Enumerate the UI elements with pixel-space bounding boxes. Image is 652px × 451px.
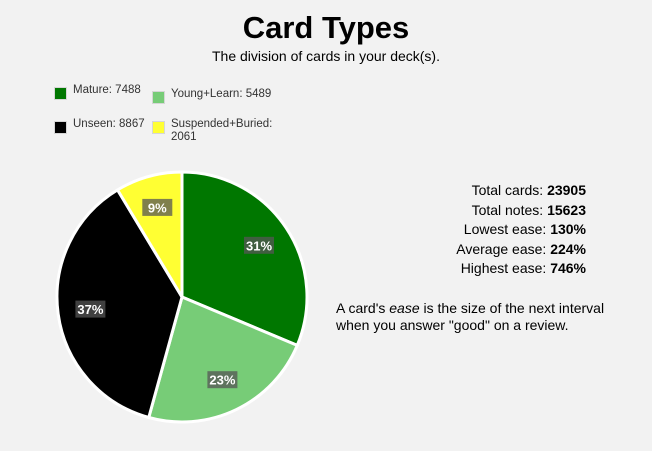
stat-value: 23905 (547, 182, 586, 198)
stat-value: 130% (550, 221, 586, 237)
pie-chart: 31% 23% 37% 9% (55, 170, 309, 424)
stat-value: 224% (550, 240, 586, 257)
pie-label-mature: 31% (244, 236, 274, 254)
stat-label: Highest ease: (460, 260, 547, 276)
stat-total-notes: Total notes: 15623 (390, 201, 586, 221)
stat-lowest-ease: Lowest ease: 130% (390, 220, 586, 240)
legend-swatch-unseen (54, 121, 67, 134)
stat-label: Average ease: (456, 240, 547, 257)
stat-average-ease: Average ease: 224% (390, 240, 586, 260)
stat-highest-ease: Highest ease: 746% (390, 259, 586, 279)
stat-total-cards: Total cards: 23905 (390, 181, 586, 201)
chart-title: Card Types (242, 10, 410, 45)
stat-label: Total cards: (471, 182, 544, 198)
stat-label: Lowest ease: (463, 221, 547, 237)
legend-item-suspended-buried: Suspended+Buried: 2061 (152, 118, 302, 144)
legend-swatch-young-learn (152, 91, 165, 104)
legend-label-mature: Mature: 7488 (73, 84, 141, 96)
pie-label-unseen: 37% (75, 300, 106, 318)
pie-percent-label: 23% (209, 373, 235, 388)
legend-label-young-learn: Young+Learn: 5489 (171, 88, 272, 100)
pie-percent-label: 9% (148, 200, 167, 215)
stat-value: 15623 (547, 201, 586, 218)
stats-panel: Total cards: 23905 Total notes: 15623 Lo… (390, 181, 586, 279)
pie-percent-label: 31% (246, 238, 272, 253)
pie-label-young-learn: 23% (207, 371, 238, 389)
legend-item-young-learn: Young+Learn: 5489 (152, 88, 302, 104)
note-prefix: A card's (336, 300, 386, 316)
note-emphasis: ease (389, 300, 420, 316)
pie-label-suspended-buried: 9% (142, 198, 173, 216)
ease-explanation: A card's ease is the size of the next in… (336, 300, 636, 334)
chart-subtitle: The division of cards in your deck(s). (212, 48, 440, 64)
stat-label: Total notes: (471, 201, 544, 218)
legend: Mature: 7488 Young+Learn: 5489 Unseen: 8… (54, 84, 314, 148)
pie-percent-label: 37% (77, 302, 103, 317)
legend-label-unseen: Unseen: 8867 (73, 118, 145, 130)
stat-value: 746% (550, 260, 586, 276)
legend-label-suspended-buried: Suspended+Buried: 2061 (171, 118, 273, 143)
legend-swatch-suspended-buried (152, 121, 165, 134)
legend-swatch-mature (54, 87, 67, 100)
